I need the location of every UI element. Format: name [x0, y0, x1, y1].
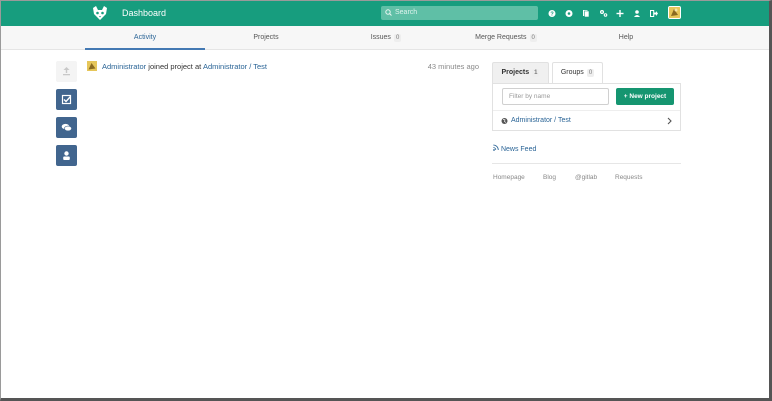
browser-window: Dashboard Search ? Activity Projects Iss… — [0, 0, 772, 401]
tab-issues[interactable]: Issues 0 — [326, 26, 446, 50]
comments-icon — [61, 123, 72, 132]
globe-icon — [501, 111, 508, 140]
search-input[interactable]: Search — [381, 6, 538, 20]
user-icon — [63, 151, 70, 160]
panel-tab-projects[interactable]: Projects 1 — [492, 62, 549, 84]
tab-activity[interactable]: Activity — [85, 26, 205, 50]
projects-panel: Filter by name + New project Administrat… — [492, 83, 681, 131]
search-icon — [385, 6, 392, 26]
profile-icon[interactable] — [632, 8, 642, 19]
filter-team-button[interactable] — [56, 145, 77, 166]
tab-merge-requests[interactable]: Merge Requests 0 — [446, 26, 566, 50]
issues-count-badge: 0 — [393, 34, 402, 42]
tab-label: Help — [618, 34, 634, 41]
search-placeholder: Search — [395, 9, 418, 16]
new-project-label: New project — [629, 93, 667, 100]
tab-projects[interactable]: Projects — [206, 26, 326, 50]
tab-help[interactable]: Help — [566, 26, 686, 50]
gitlab-logo-icon[interactable] — [92, 5, 108, 21]
tab-label: Activity — [133, 34, 157, 41]
footer-link-homepage[interactable]: Homepage — [493, 174, 525, 181]
tab-label: Projects — [253, 34, 279, 41]
explore-icon[interactable] — [564, 8, 574, 19]
filter-comments-button[interactable] — [56, 117, 77, 138]
event-avatar[interactable] — [87, 61, 97, 71]
footer-link-blog[interactable]: Blog — [543, 174, 556, 181]
activity-event: Administrator joined project at Administ… — [87, 61, 479, 73]
filter-push-button[interactable] — [56, 61, 77, 82]
snippets-icon[interactable] — [581, 8, 591, 19]
tab-label: Issues — [370, 34, 391, 41]
event-at: at — [195, 62, 202, 71]
footer-link-gitlab[interactable]: @gitlab — [575, 174, 597, 181]
divider — [492, 163, 681, 164]
tab-label: Merge Requests — [475, 34, 527, 41]
event-timestamp: 43 minutes ago — [427, 62, 479, 71]
event-description: Administrator joined project at Administ… — [102, 62, 267, 71]
admin-area-icon[interactable] — [598, 8, 608, 19]
new-project-button[interactable]: + New project — [616, 88, 674, 105]
project-list-item[interactable]: Administrator / Test — [493, 110, 680, 131]
project-name-link[interactable]: Administrator / Test — [511, 111, 571, 131]
projects-count-badge: 1 — [532, 69, 540, 77]
upload-icon — [63, 67, 70, 76]
news-feed-link[interactable]: News Feed — [493, 144, 536, 153]
event-project-link[interactable]: Administrator / Test — [203, 62, 267, 71]
top-navbar: Dashboard Search ? — [1, 1, 769, 26]
app-title[interactable]: Dashboard — [122, 8, 166, 18]
news-feed-label: News Feed — [500, 146, 537, 153]
checkbox-icon — [61, 94, 72, 105]
footer-link-requests[interactable]: Requests — [615, 174, 642, 181]
groups-count-badge: 0 — [586, 69, 595, 77]
filter-by-name-input[interactable]: Filter by name — [502, 88, 609, 105]
user-avatar[interactable] — [668, 6, 681, 19]
filter-merged-button[interactable] — [56, 89, 77, 110]
sign-out-icon[interactable] — [649, 8, 659, 19]
rss-icon — [493, 144, 501, 153]
event-user-link[interactable]: Administrator — [102, 62, 146, 71]
panel-tab-groups[interactable]: Groups 0 — [552, 62, 603, 84]
merge-requests-count-badge: 0 — [529, 34, 537, 42]
event-action: joined project — [148, 62, 193, 71]
new-project-icon[interactable] — [615, 8, 625, 19]
dashboard-tabs: Activity Projects Issues 0 Merge Requests… — [1, 26, 769, 50]
help-icon[interactable]: ? — [547, 8, 557, 19]
panel-tab-label: Projects — [501, 69, 530, 76]
panel-tab-label: Groups — [560, 69, 584, 76]
chevron-right-icon — [667, 111, 672, 140]
